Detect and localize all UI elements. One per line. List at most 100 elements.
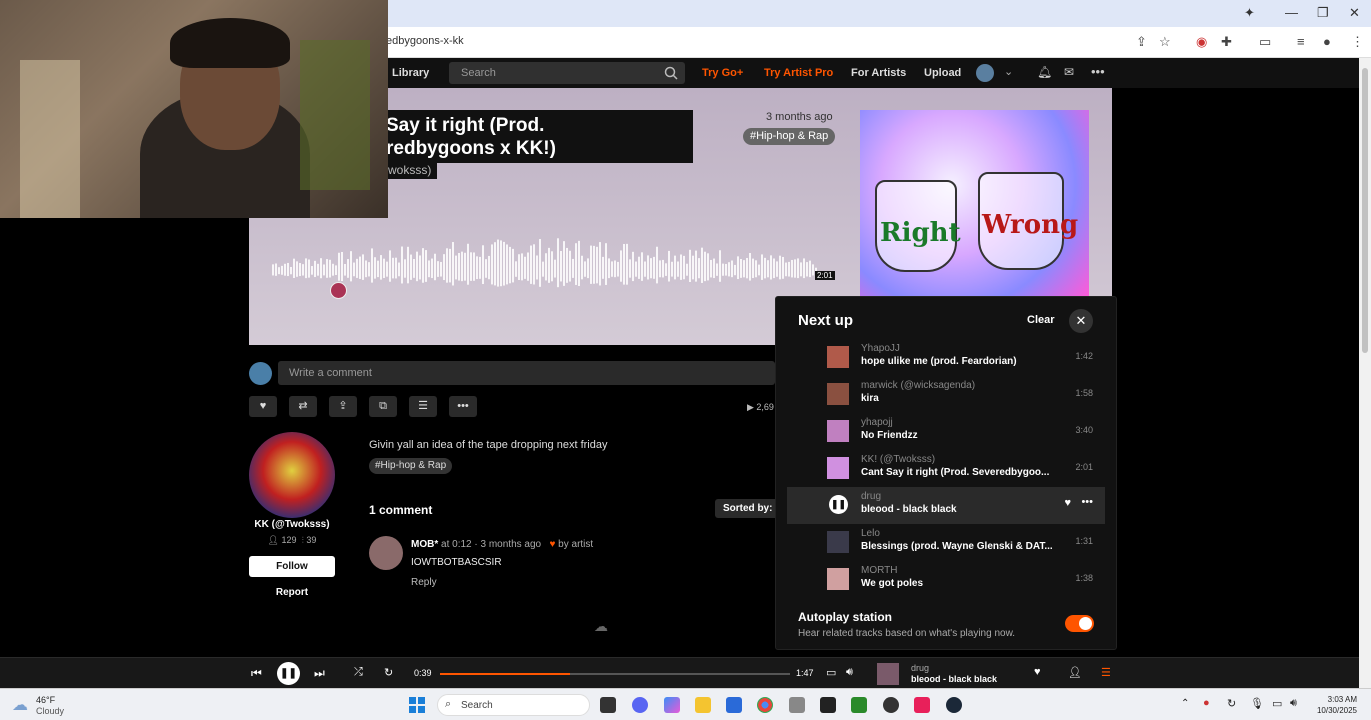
autoplay-toggle[interactable] bbox=[1065, 615, 1094, 632]
like-button[interactable]: ♥ bbox=[249, 396, 277, 417]
sort-dropdown[interactable]: Sorted by: bbox=[715, 499, 781, 518]
file-manager-icon[interactable] bbox=[600, 697, 616, 713]
tray-app-icon[interactable]: ● bbox=[1203, 697, 1210, 709]
nav-library[interactable]: Library bbox=[392, 67, 429, 79]
notification-bell-icon[interactable]: 🔔︎ bbox=[1037, 65, 1052, 79]
search-input[interactable]: Search bbox=[449, 62, 685, 84]
maximize-icon[interactable]: ❐ bbox=[1317, 5, 1329, 21]
cast-icon[interactable]: ▭ bbox=[826, 666, 836, 679]
description-genre-tag[interactable]: #Hip-hop & Rap bbox=[369, 458, 453, 474]
queue-item[interactable]: YhapoJJ hope ulike me (prod. Feardorian)… bbox=[787, 339, 1105, 376]
reply-button[interactable]: Reply bbox=[411, 577, 437, 588]
pause-button[interactable]: ❚❚ bbox=[277, 662, 300, 685]
add-to-next-up-button[interactable]: ☰ bbox=[409, 396, 437, 417]
queue-title[interactable]: Blessings (prod. Wayne Glenski & DAT... bbox=[861, 541, 1056, 552]
queue-title[interactable]: hope ulike me (prod. Feardorian) bbox=[861, 356, 1056, 367]
previous-icon[interactable]: ⏮ bbox=[251, 666, 262, 681]
epic-games-icon[interactable] bbox=[820, 697, 836, 713]
comment-input[interactable]: Write a comment bbox=[278, 361, 775, 385]
like-icon[interactable]: ♥ bbox=[1034, 666, 1041, 678]
extension-icon[interactable]: ◉ bbox=[1196, 34, 1207, 50]
gemini-icon[interactable]: ✦ bbox=[1244, 5, 1255, 21]
queue-item[interactable]: MORTH We got poles 1:38 bbox=[787, 561, 1105, 598]
queue-item[interactable]: KK! (@Twoksss) Cant Say it right (Prod. … bbox=[787, 450, 1105, 487]
copy-link-button[interactable]: ⧉ bbox=[369, 396, 397, 417]
pause-icon[interactable]: ❚❚ bbox=[829, 495, 848, 514]
store-icon[interactable] bbox=[726, 697, 742, 713]
copilot-icon[interactable] bbox=[664, 697, 680, 713]
microphone-icon[interactable]: 🎙︎ bbox=[1250, 697, 1264, 710]
volume-icon[interactable]: 🔊︎ bbox=[846, 666, 853, 679]
share-button[interactable]: ⇪ bbox=[329, 396, 357, 417]
genre-tag[interactable]: #Hip-hop & Rap bbox=[743, 128, 836, 145]
clock-date[interactable]: 10/30/2025 bbox=[1308, 706, 1357, 715]
tracks-count[interactable]: 39 bbox=[306, 535, 316, 545]
nav-try-artist-pro[interactable]: Try Artist Pro bbox=[764, 67, 833, 79]
clear-queue-button[interactable]: Clear bbox=[1027, 314, 1055, 326]
discord-icon[interactable] bbox=[632, 697, 648, 713]
queue-item[interactable]: marwick (@wicksagenda) kira 1:58 bbox=[787, 376, 1105, 413]
queue-icon[interactable]: ☰ bbox=[1101, 666, 1111, 679]
weather-condition[interactable]: Cloudy bbox=[36, 706, 64, 716]
weather-temp[interactable]: 46°F bbox=[36, 695, 55, 705]
now-playing-title[interactable]: bleood - black black bbox=[911, 674, 997, 684]
repost-button[interactable]: ⇄ bbox=[289, 396, 317, 417]
queue-item[interactable]: yhapojj No Friendzz 3:40 bbox=[787, 413, 1105, 450]
queue-item-playing[interactable]: ❚❚ drug bleood - black black ♥ ••• bbox=[787, 487, 1105, 524]
scrollbar-thumb[interactable] bbox=[1362, 68, 1368, 353]
install-app-icon[interactable]: ⇪ bbox=[1136, 34, 1147, 50]
tools-icon[interactable] bbox=[789, 697, 805, 713]
shuffle-icon[interactable]: ⤮ bbox=[354, 666, 363, 679]
messages-icon[interactable]: ✉ bbox=[1064, 65, 1074, 79]
chrome-icon[interactable] bbox=[757, 697, 773, 713]
queue-title[interactable]: kira bbox=[861, 393, 1056, 404]
xbox-icon[interactable] bbox=[851, 697, 867, 713]
nav-upload[interactable]: Upload bbox=[924, 67, 961, 79]
windows-start-icon[interactable] bbox=[409, 697, 425, 713]
nav-try-go[interactable]: Try Go+ bbox=[702, 67, 743, 79]
nav-for-artists[interactable]: For Artists bbox=[851, 67, 906, 79]
chrome-menu-icon[interactable]: ⋮ bbox=[1351, 34, 1364, 50]
queue-artist[interactable]: yhapojj bbox=[861, 417, 893, 428]
more-icon[interactable]: ••• bbox=[1081, 496, 1093, 508]
file-explorer-icon[interactable] bbox=[695, 697, 711, 713]
close-icon[interactable]: ✕ bbox=[1069, 309, 1093, 333]
more-button[interactable]: ••• bbox=[449, 396, 477, 417]
commenter-name[interactable]: MOB* bbox=[411, 539, 438, 550]
more-options-icon[interactable]: ••• bbox=[1091, 64, 1105, 79]
extensions-puzzle-icon[interactable]: ✚ bbox=[1221, 34, 1232, 50]
weather-icon[interactable]: ☁ bbox=[12, 695, 28, 715]
clock-time[interactable]: 3:03 AM bbox=[1313, 695, 1357, 704]
queue-item[interactable]: Lelo Blessings (prod. Wayne Glenski & DA… bbox=[787, 524, 1105, 561]
waveform-comment-avatar[interactable] bbox=[330, 282, 347, 299]
now-playing-artist[interactable]: drug bbox=[911, 663, 929, 673]
url-text[interactable]: edbygoons-x-kk bbox=[386, 35, 464, 47]
queue-artist[interactable]: drug bbox=[861, 491, 881, 502]
queue-artist[interactable]: Lelo bbox=[861, 528, 880, 539]
artist-name[interactable]: KK (@Twoksss) bbox=[249, 519, 335, 530]
tray-chevron-icon[interactable]: ⌃ bbox=[1181, 698, 1189, 709]
progress-bar[interactable] bbox=[440, 673, 790, 675]
report-button[interactable]: Report bbox=[249, 587, 335, 598]
search-icon[interactable] bbox=[664, 66, 678, 80]
cast-icon[interactable]: ▭ bbox=[1259, 34, 1271, 50]
artist-avatar[interactable] bbox=[249, 432, 335, 518]
close-window-icon[interactable]: ✕ bbox=[1349, 5, 1360, 21]
heart-icon[interactable]: ♥ bbox=[1064, 497, 1071, 509]
tray-sync-icon[interactable]: ↻ bbox=[1227, 697, 1236, 710]
queue-artist[interactable]: KK! (@Twoksss) bbox=[861, 454, 935, 465]
taskbar-search[interactable]: ⌕ Search bbox=[437, 694, 590, 716]
queue-title[interactable]: We got poles bbox=[861, 578, 1056, 589]
minimize-icon[interactable]: — bbox=[1285, 5, 1298, 20]
steam-icon[interactable] bbox=[946, 697, 962, 713]
commenter-avatar[interactable] bbox=[369, 536, 403, 570]
queue-artist[interactable]: marwick (@wicksagenda) bbox=[861, 380, 975, 391]
queue-title[interactable]: Cant Say it right (Prod. Severedbygoo... bbox=[861, 467, 1056, 478]
chevron-down-icon[interactable]: ⌄ bbox=[1004, 65, 1013, 78]
follow-user-icon[interactable]: 👤︎ bbox=[1068, 666, 1082, 679]
next-icon[interactable]: ⏭ bbox=[314, 666, 325, 681]
queue-artist[interactable]: MORTH bbox=[861, 565, 897, 576]
bookmark-star-icon[interactable]: ☆ bbox=[1159, 34, 1171, 50]
follow-button[interactable]: Follow bbox=[249, 556, 335, 577]
speaker-icon[interactable]: 🔊︎ bbox=[1290, 697, 1297, 710]
